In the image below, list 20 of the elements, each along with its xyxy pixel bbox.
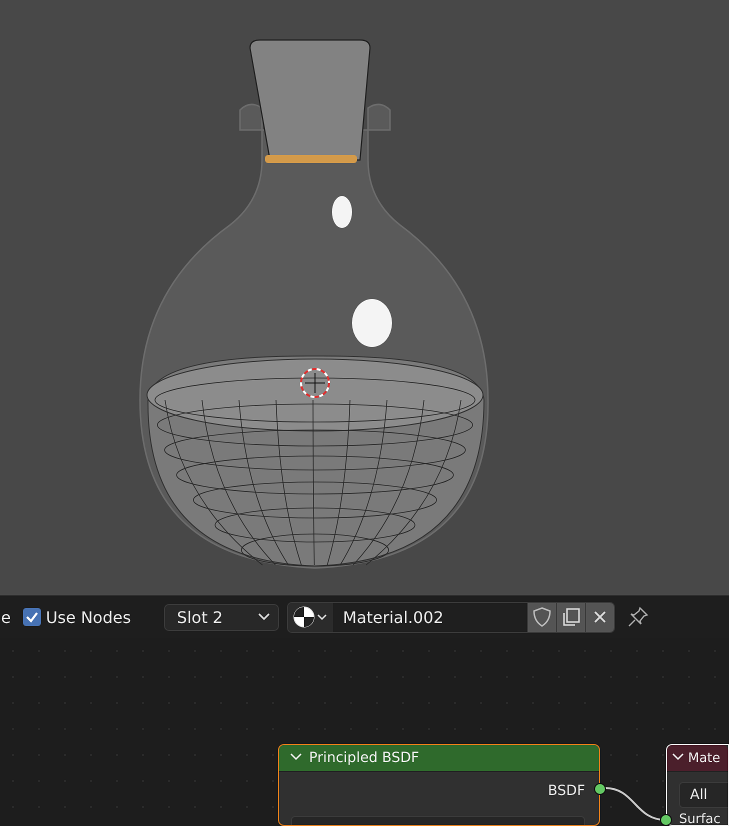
output-socket[interactable] — [594, 783, 606, 795]
node-title: Mate — [688, 750, 720, 766]
checkmark-icon — [24, 610, 39, 624]
node-panel[interactable]: Mate All Surfac — [666, 744, 729, 826]
node-title: Principled BSDF — [309, 750, 420, 766]
use-nodes-checkbox[interactable]: Use Nodes — [22, 608, 131, 626]
3d-cursor-icon[interactable] — [300, 368, 330, 398]
chevron-down-icon — [672, 753, 684, 763]
node-header[interactable]: Mate — [667, 745, 728, 772]
chevron-down-icon — [258, 613, 270, 621]
target-dropdown[interactable]: All — [679, 782, 728, 808]
pin-icon[interactable] — [626, 606, 649, 628]
cut-off-label: e — [1, 608, 11, 626]
socket-label: Surfac — [679, 812, 721, 825]
socket-label: BSDF — [548, 783, 585, 799]
node-panel[interactable]: Principled BSDF BSDF — [278, 744, 600, 826]
chevron-down-icon — [290, 753, 302, 763]
node-header[interactable]: Principled BSDF — [279, 745, 599, 772]
input-socket[interactable] — [660, 814, 672, 826]
slot-dropdown[interactable]: Slot 2 — [164, 604, 279, 630]
